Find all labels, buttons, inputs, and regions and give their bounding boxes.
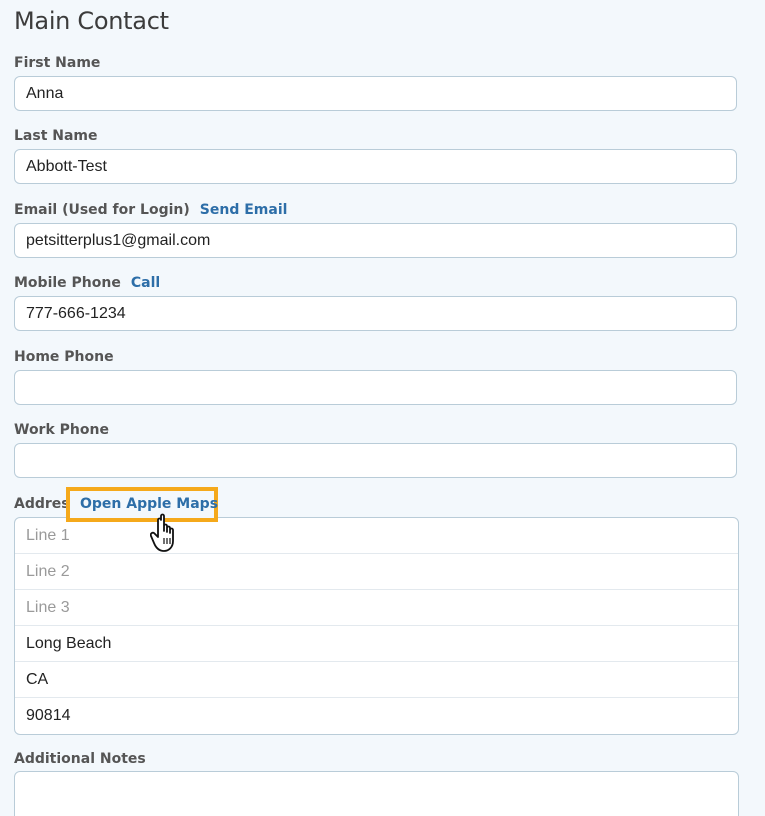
address-fields: Line 1 Line 2 Line 3 Long Beach CA 90814 bbox=[14, 517, 739, 735]
address-state-input[interactable]: CA bbox=[15, 662, 738, 698]
mobile-phone-label: Mobile Phone Call bbox=[14, 275, 161, 291]
work-phone-input[interactable] bbox=[14, 443, 737, 478]
address-line1-input[interactable]: Line 1 bbox=[15, 518, 738, 554]
first-name-label: First Name bbox=[14, 55, 101, 71]
section-title: Main Contact bbox=[14, 7, 169, 35]
send-email-link[interactable]: Send Email bbox=[200, 202, 288, 218]
email-input[interactable] bbox=[14, 223, 737, 258]
hand-pointer-icon bbox=[150, 513, 174, 552]
first-name-input[interactable] bbox=[14, 76, 737, 111]
address-line3-input[interactable]: Line 3 bbox=[15, 590, 738, 626]
address-city-input[interactable]: Long Beach bbox=[15, 626, 738, 662]
open-apple-maps-link[interactable]: Open Apple Maps bbox=[80, 496, 218, 512]
additional-notes-label: Additional Notes bbox=[14, 751, 146, 767]
address-line2-input[interactable]: Line 2 bbox=[15, 554, 738, 590]
home-phone-input[interactable] bbox=[14, 370, 737, 405]
mobile-phone-input[interactable] bbox=[14, 296, 737, 331]
additional-notes-textarea[interactable] bbox=[14, 771, 739, 816]
home-phone-label: Home Phone bbox=[14, 349, 114, 365]
address-zip-input[interactable]: 90814 bbox=[15, 698, 738, 734]
work-phone-label: Work Phone bbox=[14, 422, 109, 438]
main-contact-form: Main Contact First Name Last Name Email … bbox=[0, 0, 765, 816]
last-name-input[interactable] bbox=[14, 149, 737, 184]
email-label: Email (Used for Login) Send Email bbox=[14, 202, 288, 218]
last-name-label: Last Name bbox=[14, 128, 98, 144]
call-link[interactable]: Call bbox=[131, 275, 160, 291]
